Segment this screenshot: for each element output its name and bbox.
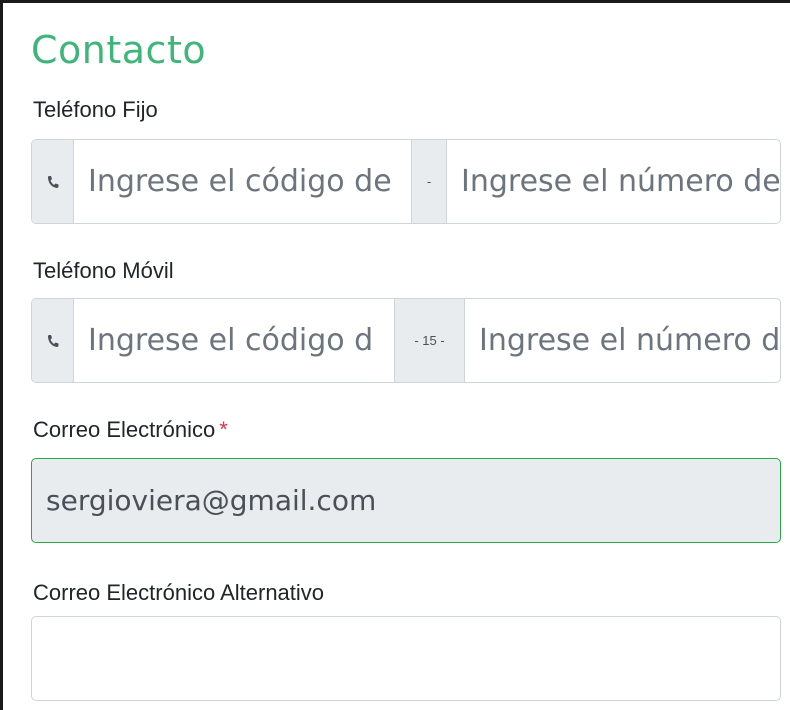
email-field[interactable] bbox=[31, 458, 781, 543]
landline-input-group: - bbox=[31, 139, 781, 224]
email-label-text: Correo Electrónico bbox=[33, 417, 216, 442]
contact-panel: Contacto Teléfono Fijo - Teléfono Móvil … bbox=[0, 0, 790, 710]
alt-email-field[interactable] bbox=[31, 616, 781, 701]
mobile-number-input[interactable] bbox=[465, 299, 780, 382]
alt-email-label: Correo Electrónico Alternativo bbox=[33, 580, 325, 605]
mobile-input-group: - 15 - bbox=[31, 298, 781, 383]
landline-number-input[interactable] bbox=[447, 140, 780, 223]
mobile-separator: - 15 - bbox=[394, 299, 465, 382]
section-title: Contacto bbox=[31, 28, 207, 72]
mobile-area-code-input[interactable] bbox=[74, 299, 394, 382]
mobile-label: Teléfono Móvil bbox=[33, 258, 174, 283]
landline-separator: - bbox=[411, 140, 447, 223]
email-label: Correo Electrónico * bbox=[33, 416, 228, 444]
landline-label: Teléfono Fijo bbox=[33, 97, 158, 122]
phone-icon bbox=[32, 299, 74, 382]
phone-icon bbox=[32, 140, 74, 223]
required-mark: * bbox=[219, 417, 228, 442]
landline-area-code-input[interactable] bbox=[74, 140, 411, 223]
